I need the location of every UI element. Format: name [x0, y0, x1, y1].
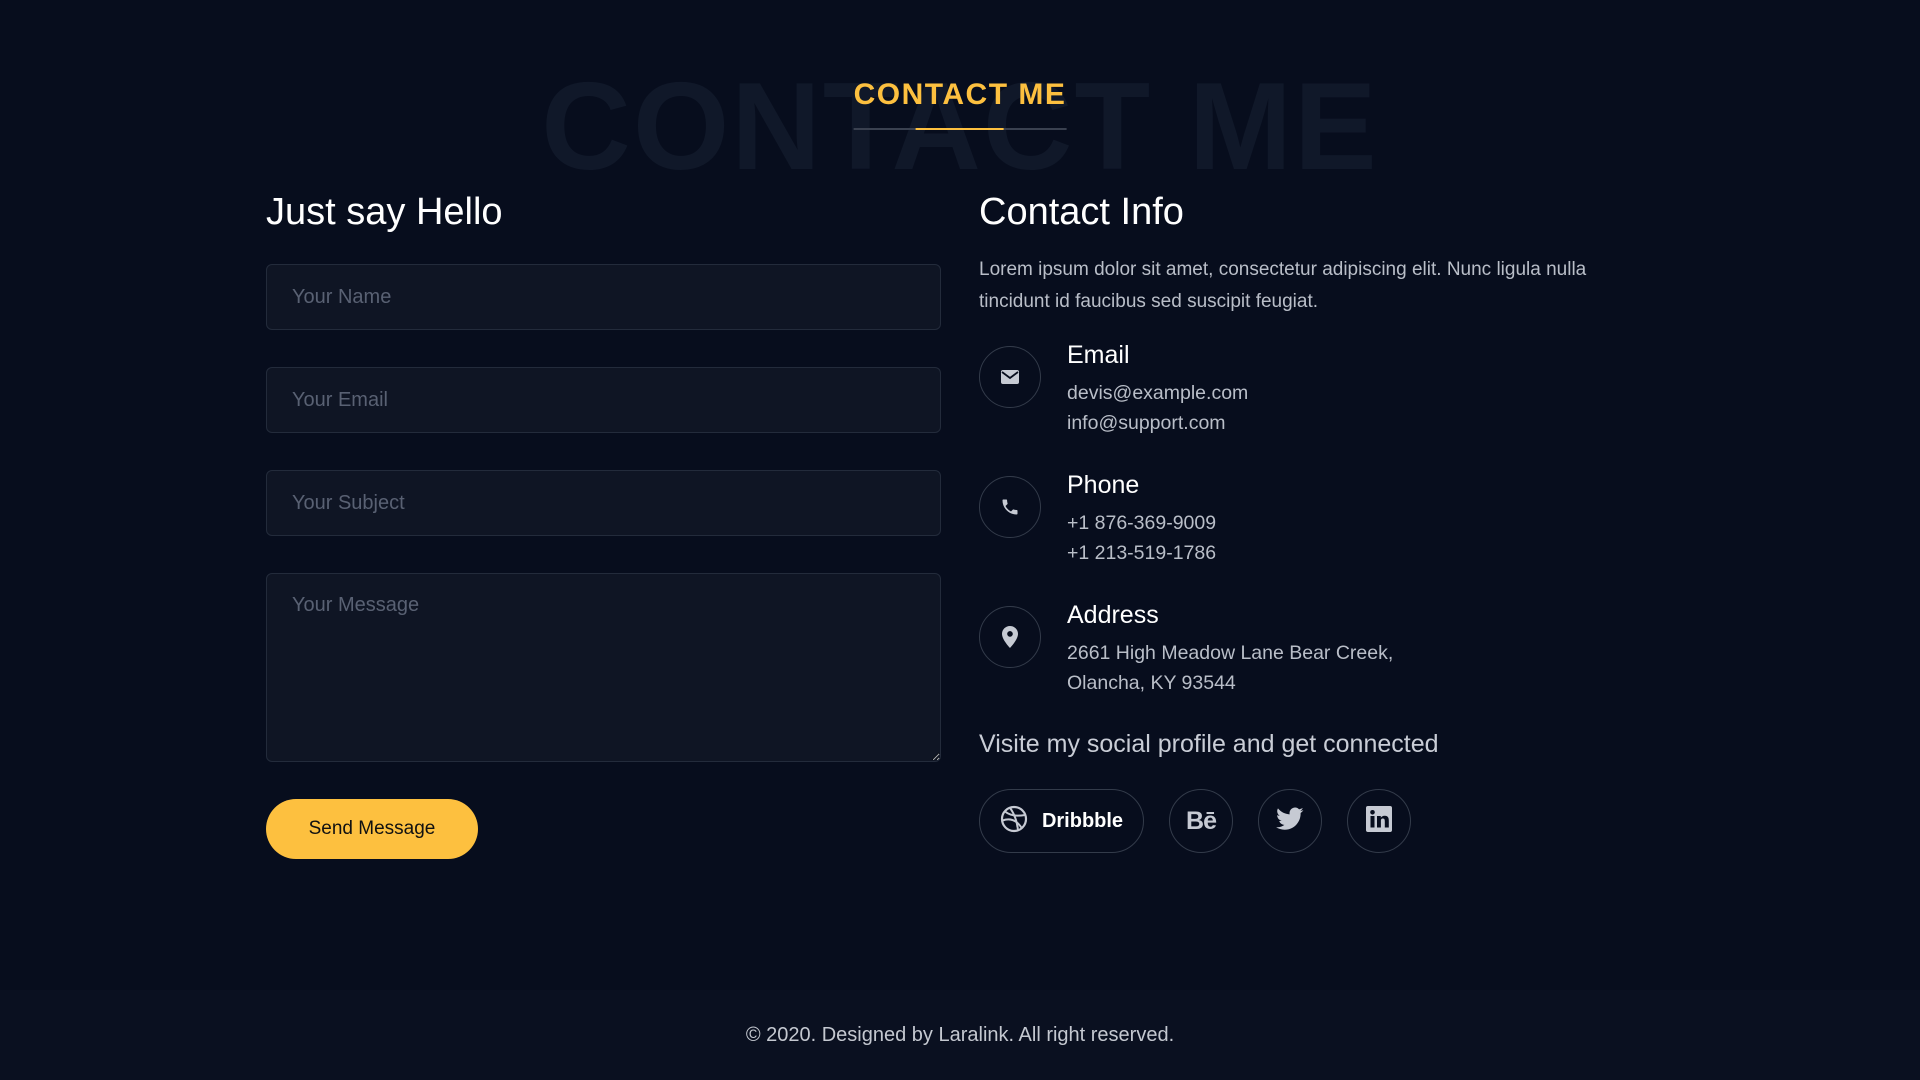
- contact-item-phone: Phone +1 876-369-9009 +1 213-519-1786: [979, 470, 1659, 568]
- section-title: CONTACT ME: [853, 78, 1067, 111]
- contact-info-title: Contact Info: [979, 191, 1184, 233]
- dribbble-label: Dribbble: [1041, 809, 1124, 832]
- behance-button[interactable]: Bē: [1169, 789, 1233, 853]
- twitter-button[interactable]: [1258, 789, 1322, 853]
- social-title: Visite my social profile and get connect…: [979, 730, 1439, 758]
- map-pin-icon: [979, 606, 1041, 668]
- footer-copyright: © 2020. Designed by Laralink. All right …: [745, 1024, 1175, 1046]
- contact-info: Contact Info Lorem ipsum dolor sit amet,…: [979, 186, 1659, 853]
- behance-icon: Bē: [1186, 806, 1217, 835]
- footer: © 2020. Designed by Laralink. All right …: [0, 990, 1920, 1080]
- message-textarea[interactable]: [266, 573, 941, 762]
- email-address-secondary[interactable]: info@support.com: [1067, 408, 1659, 438]
- envelope-icon: [979, 346, 1041, 408]
- address-line-2: Olancha, KY 93544: [1067, 672, 1236, 694]
- subject-input[interactable]: [266, 470, 941, 536]
- section-title-underline: [853, 128, 1067, 130]
- email-address-primary[interactable]: devis@example.com: [1067, 378, 1659, 408]
- dribbble-button[interactable]: Dribbble: [979, 789, 1144, 853]
- twitter-icon: [1276, 806, 1304, 836]
- phone-icon: [979, 476, 1041, 538]
- social-links: Dribbble Bē: [979, 789, 1659, 853]
- linkedin-button[interactable]: [1347, 789, 1411, 853]
- contact-item-email: Email devis@example.com info@support.com: [979, 340, 1659, 438]
- contact-item-title: Address: [1067, 601, 1159, 629]
- name-input[interactable]: [266, 264, 941, 330]
- section-title-wrap: CONTACT ME: [853, 78, 1067, 130]
- form-title: Just say Hello: [266, 191, 503, 233]
- dribbble-icon: [1000, 805, 1028, 838]
- section-title-accent: [915, 128, 1004, 130]
- send-message-button[interactable]: Send Message: [266, 799, 478, 859]
- contact-item-title: Email: [1067, 341, 1130, 369]
- linkedin-icon: [1366, 805, 1392, 837]
- address-line-1: 2661 High Meadow Lane Bear Creek,: [1067, 642, 1394, 664]
- section-header: CONTACT ME CONTACT ME: [0, 0, 1920, 196]
- phone-number-secondary[interactable]: +1 213-519-1786: [1067, 538, 1659, 568]
- contact-form: Just say Hello Send Message: [266, 186, 941, 859]
- phone-number-primary[interactable]: +1 876-369-9009: [1067, 508, 1659, 538]
- contact-item-title: Phone: [1067, 471, 1140, 499]
- email-input[interactable]: [266, 367, 941, 433]
- contact-item-address: Address 2661 High Meadow Lane Bear Creek…: [979, 600, 1659, 698]
- contact-info-description: Lorem ipsum dolor sit amet, consectetur …: [979, 259, 1587, 312]
